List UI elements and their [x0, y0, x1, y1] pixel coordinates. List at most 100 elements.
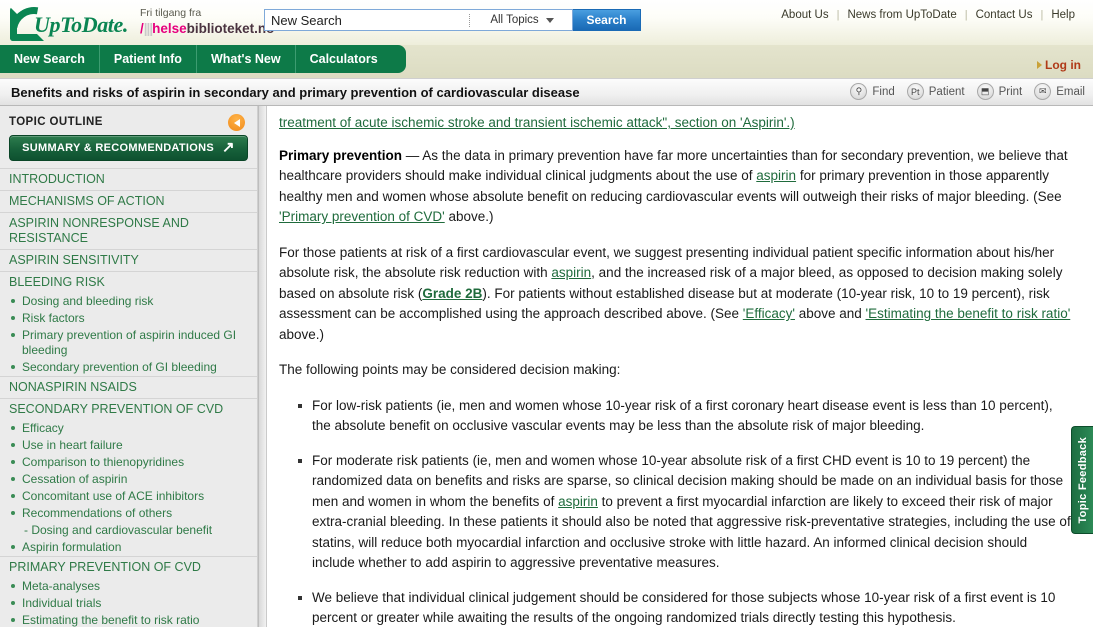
sidebar-item[interactable]: SECONDARY PREVENTION OF CVD [0, 398, 257, 420]
uptodate-logo[interactable]: UpToDate. [10, 6, 135, 42]
search-scope-label: All Topics [490, 14, 539, 26]
patient-label: Patient [928, 85, 965, 98]
search-input[interactable] [265, 10, 467, 30]
link-aspirin[interactable]: aspirin [551, 265, 591, 280]
search-button[interactable]: Search [573, 9, 641, 31]
partner-name-dark: biblioteket.no [186, 21, 275, 36]
link-help[interactable]: Help [1043, 9, 1083, 21]
sidebar-item[interactable]: Comparison to thienopyridines [0, 454, 257, 471]
link-about-us[interactable]: About Us [773, 9, 836, 21]
patient-button[interactable]: Pt Patient [906, 83, 965, 100]
sidebar-item[interactable]: ASPIRIN NONRESPONSE AND RESISTANCE [0, 212, 257, 249]
sidebar-item[interactable]: Meta-analyses [0, 578, 257, 595]
sidebar-item[interactable]: Risk factors [0, 310, 257, 327]
partner-bars: ||| [143, 21, 153, 36]
link-aspirin[interactable]: aspirin [558, 494, 598, 509]
collapse-sidebar-icon[interactable] [228, 114, 245, 131]
search-box[interactable]: All Topics [264, 9, 573, 31]
clipped-line-text [279, 106, 1071, 113]
binoculars-icon: ⚲ [850, 83, 868, 100]
patient-icon: Pt [906, 83, 924, 100]
link-aspirin[interactable]: aspirin [756, 168, 796, 183]
print-button[interactable]: ⬒ Print [976, 83, 1023, 100]
tab-whats-new[interactable]: What's New [197, 45, 296, 73]
clipped-text-row [279, 106, 1071, 113]
text-segment: above and [794, 306, 866, 321]
paragraph-lead-in: Primary prevention [279, 147, 403, 163]
sidebar-item[interactable]: Primary prevention of aspirin induced GI… [0, 327, 257, 359]
partner-name-pink: helse [152, 21, 187, 36]
top-header: UpToDate. Fri tilgang fra /|||helsebibli… [0, 0, 1093, 45]
sidebar-item[interactable]: NONASPIRIN NSAIDS [0, 376, 257, 398]
search-scope-select[interactable]: All Topics [472, 10, 572, 30]
sidebar-item[interactable]: INTRODUCTION [0, 168, 257, 190]
arrow-right-icon [1037, 61, 1042, 69]
sidebar-item[interactable]: BLEEDING RISK [0, 271, 257, 293]
primary-nav-bar: New Search Patient Info What's New Calcu… [0, 45, 1093, 78]
sidebar-item[interactable]: Use in heart failure [0, 437, 257, 454]
chevron-left-icon [233, 118, 240, 127]
list-item: For low-risk patients (ie, men and women… [298, 396, 1071, 437]
decision-points-list: For low-risk patients (ie, men and women… [279, 396, 1071, 627]
summary-recommendations-button[interactable]: SUMMARY & RECOMMENDATIONS ↗ [9, 135, 248, 161]
find-button[interactable]: ⚲ Find [850, 83, 895, 100]
printer-icon: ⬒ [976, 83, 994, 100]
sidebar-item[interactable]: Secondary prevention of GI bleeding [0, 359, 257, 376]
search-separator [469, 13, 470, 27]
login-link[interactable]: Log in [1037, 58, 1081, 72]
sidebar-item[interactable]: Aspirin formulation [0, 539, 257, 556]
topic-title-bar: Benefits and risks of aspirin in seconda… [0, 78, 1093, 106]
sidebar-item[interactable]: MECHANISMS OF ACTION [0, 190, 257, 212]
tab-new-search[interactable]: New Search [0, 45, 100, 73]
text-segment: above.) [279, 326, 325, 342]
topic-toolbar: ⚲ Find Pt Patient ⬒ Print ✉ Email [838, 83, 1085, 100]
xref-primary-prevention-cvd[interactable]: 'Primary prevention of CVD' [279, 209, 445, 224]
print-label: Print [998, 85, 1023, 98]
tab-calculators[interactable]: Calculators [296, 45, 392, 73]
list-item: We believe that individual clinical judg… [298, 588, 1071, 627]
sidebar-item[interactable]: Recommendations of others [0, 505, 257, 522]
paragraph-primary-prevention: Primary prevention — As the data in prim… [279, 146, 1071, 228]
sidebar-item[interactable]: Cessation of aspirin [0, 471, 257, 488]
list-item: For moderate risk patients (ie, men and … [298, 451, 1071, 574]
paragraph-risk-discussion: For those patients at risk of a first ca… [279, 243, 1071, 346]
link-news[interactable]: News from UpToDate [839, 9, 964, 21]
link-contact-us[interactable]: Contact Us [968, 9, 1041, 21]
outline-item-list: INTRODUCTION MECHANISMS OF ACTION ASPIRIN … [0, 168, 257, 627]
xref-estimating-benefit-risk[interactable]: 'Estimating the benefit to risk ratio' [866, 306, 1071, 321]
logo-wordmark: UpToDate. [34, 12, 128, 37]
access-label: Fri tilgang fra [140, 7, 202, 19]
xref-stroke-treatment[interactable]: treatment of acute ischemic stroke and t… [279, 115, 795, 130]
page-title: Benefits and risks of aspirin in seconda… [11, 85, 580, 100]
text-segment: We believe that individual clinical judg… [312, 589, 1056, 626]
login-label: Log in [1045, 58, 1081, 72]
paragraph-following-points: The following points may be considered d… [279, 362, 621, 377]
outline-heading: TOPIC OUTLINE [9, 116, 103, 128]
sidebar-item[interactable]: PRIMARY PREVENTION OF CVD [0, 556, 257, 578]
sidebar-item[interactable]: Concomitant use of ACE inhibitors [0, 488, 257, 505]
email-button[interactable]: ✉ Email [1034, 83, 1085, 100]
helsebiblioteket-logo: /|||helsebiblioteket.no [140, 21, 274, 36]
sidebar-item[interactable]: ASPIRIN SENSITIVITY [0, 249, 257, 271]
sidebar-item[interactable]: Efficacy [0, 420, 257, 437]
email-label: Email [1056, 85, 1085, 98]
page-body: TOPIC OUTLINE SUMMARY & RECOMMENDATIONS … [0, 106, 1093, 627]
primary-nav-tabs: New Search Patient Info What's New Calcu… [0, 45, 406, 73]
topic-outline-sidebar: TOPIC OUTLINE SUMMARY & RECOMMENDATIONS … [0, 106, 258, 627]
tab-patient-info[interactable]: Patient Info [100, 45, 197, 73]
sidebar-item[interactable]: Dosing and bleeding risk [0, 293, 257, 310]
top-utility-links: About Us | News from UpToDate | Contact … [773, 9, 1083, 21]
arrow-up-right-icon: ↗ [221, 138, 235, 156]
link-grade-2b[interactable]: Grade 2B [422, 286, 482, 301]
sidebar-scrollbar[interactable] [258, 106, 267, 627]
sidebar-item[interactable]: Individual trials [0, 595, 257, 612]
topic-feedback-tab[interactable]: Topic Feedback [1071, 426, 1093, 534]
sidebar-item[interactable]: - Dosing and cardiovascular benefit [0, 522, 257, 539]
topic-content: treatment of acute ischemic stroke and t… [267, 106, 1093, 627]
xref-efficacy[interactable]: 'Efficacy' [743, 306, 795, 321]
sidebar-item[interactable]: Estimating the benefit to risk ratio [0, 612, 257, 627]
clipped-xref-line: treatment of acute ischemic stroke and t… [279, 113, 1071, 134]
text-segment: above.) [444, 209, 494, 224]
find-label: Find [872, 85, 895, 98]
summary-recommendations-label: SUMMARY & RECOMMENDATIONS [22, 142, 214, 154]
